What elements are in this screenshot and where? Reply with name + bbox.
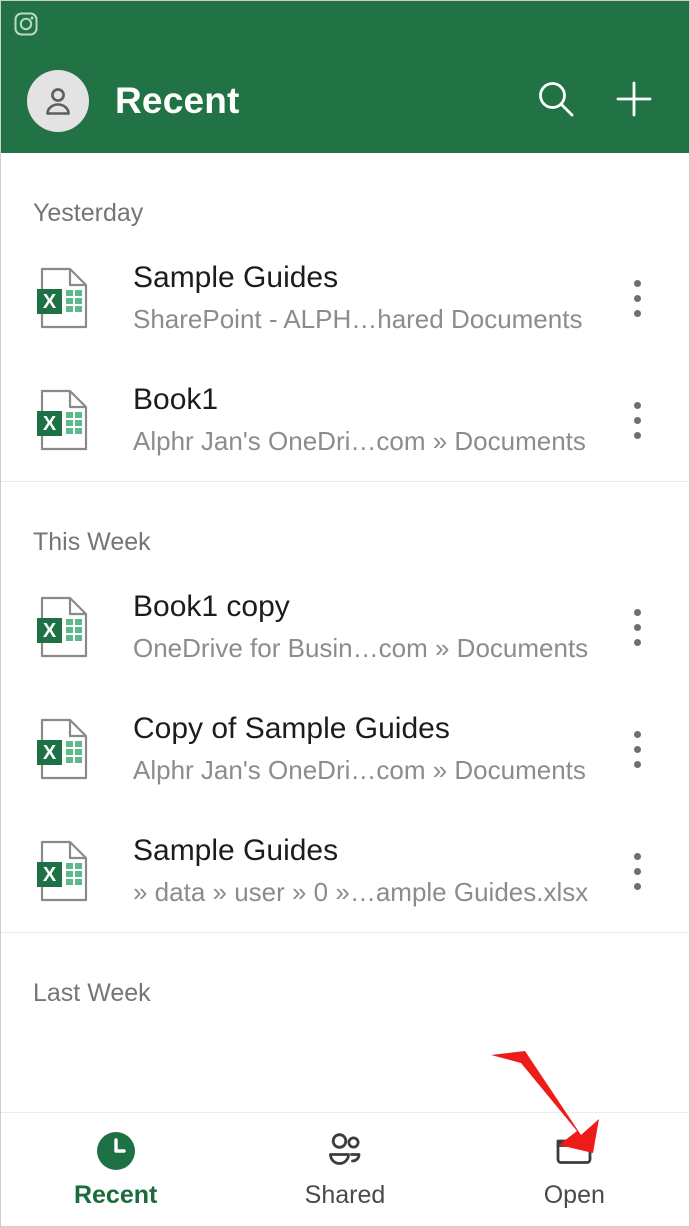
file-location: SharePoint - ALPH…hared Documents [133,304,583,334]
file-location: OneDrive for Busin…com » Documents [133,633,589,663]
nav-item-shared[interactable]: Shared [230,1129,459,1210]
excel-file-icon: X [35,266,93,330]
nav-label-shared: Shared [304,1181,386,1209]
nav-label-open: Open [543,1181,605,1209]
list-item[interactable]: X Sample Guides » data » user » 0 »…ampl… [1,810,689,932]
dot [633,279,641,287]
dot [633,309,641,317]
excel-file-icon: X [35,595,93,659]
section-header-last-week: Last Week [33,979,151,1007]
list-item-text: Sample Guides SharePoint - ALPH…hared Do… [133,259,609,337]
more-vertical-icon[interactable] [609,833,665,909]
app-header: Recent [1,1,689,153]
list-item-text: Sample Guides » data » user » 0 »…ample … [133,832,609,910]
people-icon [323,1129,367,1173]
file-name: Book1 copy [133,590,290,623]
dot [633,882,641,890]
clock-icon [94,1129,138,1173]
svg-text:X: X [43,620,57,642]
add-button[interactable] [605,72,663,130]
camera-icon [13,11,39,37]
file-location: Alphr Jan's OneDri…com » Documents [133,755,586,785]
header-bar: Recent [1,63,689,139]
excel-file-icon: X [35,717,93,781]
file-location: » data » user » 0 »…ample Guides.xlsx [133,877,589,907]
dot [633,867,641,875]
dot [633,852,641,860]
dot [633,760,641,768]
list-item-text: Book1 copy OneDrive for Busin…com » Docu… [133,588,609,666]
svg-text:X: X [43,864,57,886]
bottom-navigation: Recent Shared Open [1,1112,689,1226]
file-name: Book1 [133,383,219,416]
dot [633,294,641,302]
section-header-this-week: This Week [33,528,151,556]
dot [633,638,641,646]
dot [633,401,641,409]
app-screen: Recent Yesterday X Sample Guides SharePo… [0,0,690,1227]
search-button[interactable] [527,72,585,130]
list-item[interactable]: X Book1 copy OneDrive for Busin…com » Do… [1,566,689,688]
dot [633,431,641,439]
file-name: Sample Guides [133,261,339,294]
recent-files-list[interactable]: Yesterday X Sample Guides SharePoint - A… [1,153,689,1111]
nav-label-recent: Recent [73,1181,158,1209]
more-vertical-icon[interactable] [609,711,665,787]
dot [633,745,641,753]
avatar[interactable] [27,70,89,132]
list-item-text: Copy of Sample Guides Alphr Jan's OneDri… [133,710,609,788]
svg-text:X: X [43,742,57,764]
list-item[interactable]: X Book1 Alphr Jan's OneDri…com » Documen… [1,359,689,481]
search-icon [533,76,579,127]
more-vertical-icon[interactable] [609,382,665,458]
nav-item-recent[interactable]: Recent [1,1129,230,1210]
file-location: Alphr Jan's OneDri…com » Documents [133,426,586,456]
dot [633,416,641,424]
dot [633,623,641,631]
dot [633,608,641,616]
file-name: Sample Guides [133,834,339,867]
nav-item-open[interactable]: Open [460,1129,689,1210]
section-header-yesterday: Yesterday [33,199,144,227]
page-title: Recent [115,80,240,121]
excel-file-icon: X [35,839,93,903]
excel-file-icon: X [35,388,93,452]
list-item-text: Book1 Alphr Jan's OneDri…com » Documents [133,381,609,459]
svg-text:X: X [43,291,57,313]
folder-icon [552,1129,596,1173]
list-item[interactable]: X Copy of Sample Guides Alphr Jan's OneD… [1,688,689,810]
dot [633,730,641,738]
plus-icon [611,76,657,127]
file-name: Copy of Sample Guides [133,712,450,745]
more-vertical-icon[interactable] [609,260,665,336]
more-vertical-icon[interactable] [609,589,665,665]
list-item[interactable]: X Sample Guides SharePoint - ALPH…hared … [1,237,689,359]
svg-text:X: X [43,413,57,435]
